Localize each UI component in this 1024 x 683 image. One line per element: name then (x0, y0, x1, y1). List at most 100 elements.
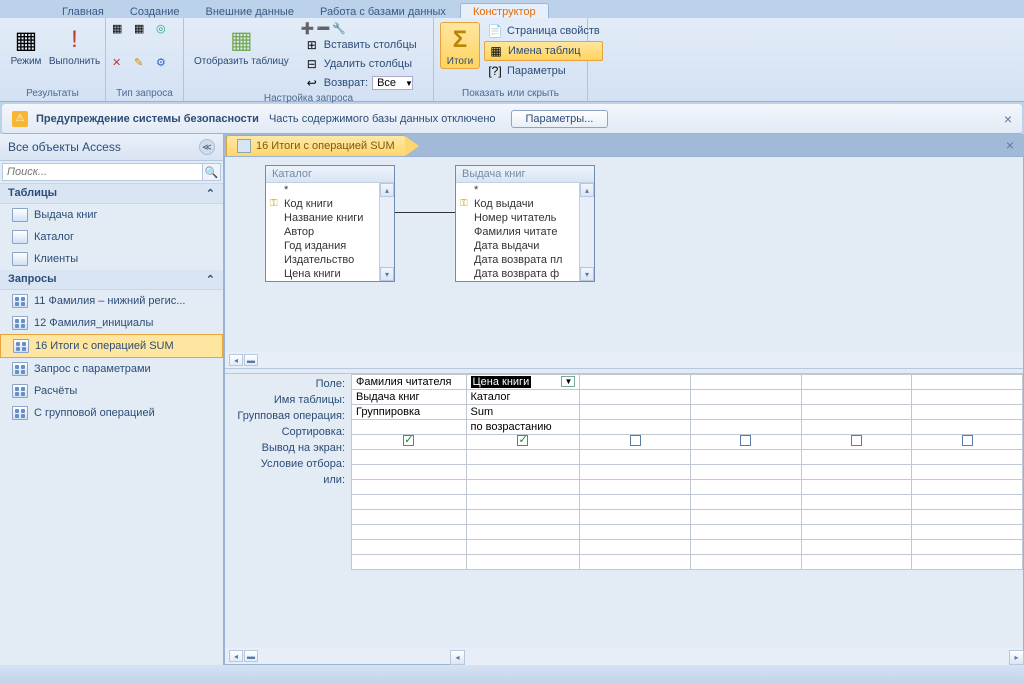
nav-item-table[interactable]: Каталог (0, 226, 223, 248)
append-icon[interactable]: ✕ (112, 56, 132, 76)
table-field[interactable]: Название книги (266, 211, 394, 225)
grid-cell[interactable] (691, 375, 802, 390)
grid-cell[interactable] (801, 540, 912, 555)
return-dropdown[interactable]: ↩Возврат: Все▼ (301, 74, 420, 92)
grid-cell[interactable] (580, 420, 691, 435)
nav-header[interactable]: Все объекты Access ≪ (0, 134, 223, 161)
nav-item-query[interactable]: С групповой операцией (0, 402, 223, 424)
grid-cell[interactable] (801, 375, 912, 390)
grid-cell[interactable] (466, 510, 580, 525)
table-issue[interactable]: Выдача книг *Код выдачиНомер читательФам… (455, 165, 595, 282)
builder-icon[interactable]: 🔧 (332, 22, 346, 35)
horizontal-scrollbar[interactable]: ◂▸ (450, 650, 1024, 665)
grid-cell[interactable]: Выдача книг (352, 390, 467, 405)
maketable-icon[interactable]: ◎ (156, 22, 176, 42)
grid-cell[interactable] (912, 495, 1023, 510)
grid-cell[interactable] (580, 390, 691, 405)
grid-cell[interactable] (580, 405, 691, 420)
scroll-left-icon[interactable]: ◂ (229, 354, 243, 366)
grid-cell[interactable] (912, 465, 1023, 480)
grid-cell[interactable] (801, 450, 912, 465)
grid-cell[interactable] (912, 405, 1023, 420)
grid-cell[interactable] (801, 495, 912, 510)
update-icon[interactable]: ✎ (134, 56, 154, 76)
show-checkbox[interactable] (630, 435, 641, 446)
crosstab-icon[interactable]: ▦ (134, 22, 154, 42)
delete-row-icon[interactable]: ➖ (316, 22, 330, 35)
grid-cell[interactable] (691, 420, 802, 435)
scroll-thumb[interactable]: ▬ (244, 354, 258, 366)
table-field[interactable]: Номер читатель (456, 211, 594, 225)
show-checkbox[interactable] (851, 435, 862, 446)
grid-cell[interactable] (466, 525, 580, 540)
grid-cell[interactable] (691, 465, 802, 480)
grid-cell[interactable] (691, 510, 802, 525)
nav-group-tables[interactable]: Таблицы⌃ (0, 184, 223, 204)
nav-collapse-icon[interactable]: ≪ (199, 139, 215, 155)
grid-cell[interactable] (580, 510, 691, 525)
grid-cell[interactable] (801, 390, 912, 405)
view-button[interactable]: ▦ Режим (6, 22, 46, 69)
security-close-button[interactable]: × (1004, 111, 1012, 127)
grid-cell[interactable] (466, 465, 580, 480)
grid-cell[interactable] (580, 525, 691, 540)
grid-cell[interactable] (801, 480, 912, 495)
show-checkbox[interactable] (740, 435, 751, 446)
table-field[interactable]: Код выдачи (456, 197, 594, 211)
grid-cell[interactable] (912, 435, 1023, 450)
grid-cell[interactable] (801, 465, 912, 480)
grid-cell[interactable] (352, 495, 467, 510)
show-checkbox[interactable] (962, 435, 973, 446)
table-field[interactable]: Дата выдачи (456, 239, 594, 253)
tab-design[interactable]: Конструктор (460, 3, 549, 18)
nav-item-query[interactable]: Расчёты (0, 380, 223, 402)
grid-cell[interactable] (580, 450, 691, 465)
grid-cell[interactable]: Цена книги ▼ (466, 375, 580, 390)
grid-cell[interactable] (466, 450, 580, 465)
tab-dbtools[interactable]: Работа с базами данных (308, 4, 458, 18)
grid-cell[interactable] (801, 525, 912, 540)
totals-button[interactable]: Σ Итоги (440, 22, 480, 69)
grid-cell[interactable] (801, 420, 912, 435)
nav-item-table[interactable]: Клиенты (0, 248, 223, 270)
grid-cell[interactable] (466, 495, 580, 510)
tab-create[interactable]: Создание (118, 4, 192, 18)
table-field[interactable]: Дата возврата ф (456, 267, 594, 281)
grid-cell[interactable] (912, 510, 1023, 525)
grid-cell[interactable] (912, 540, 1023, 555)
table-catalog[interactable]: Каталог *Код книгиНазвание книгиАвторГод… (265, 165, 395, 282)
grid-cell[interactable] (691, 405, 802, 420)
grid-cell[interactable]: Фамилия читателя (352, 375, 467, 390)
table-field[interactable]: * (456, 183, 594, 197)
property-sheet-button[interactable]: 📄Страница свойств (484, 22, 603, 40)
grid-cell[interactable] (466, 555, 580, 570)
grid-cell[interactable] (466, 435, 580, 450)
grid-cell[interactable] (580, 435, 691, 450)
delete-cols-button[interactable]: ⊟Удалить столбцы (301, 55, 420, 73)
grid-cell[interactable]: Каталог (466, 390, 580, 405)
grid-cell[interactable] (580, 465, 691, 480)
grid-cell[interactable] (912, 390, 1023, 405)
search-icon[interactable]: 🔍 (203, 163, 221, 181)
grid-cell[interactable] (580, 540, 691, 555)
join-line[interactable] (395, 212, 455, 213)
tab-external[interactable]: Внешние данные (194, 4, 306, 18)
grid-cell[interactable] (352, 450, 467, 465)
scroll-left-icon[interactable]: ◂ (229, 650, 243, 662)
table-field[interactable]: Дата возврата пл (456, 253, 594, 267)
grid-cell[interactable] (352, 480, 467, 495)
table-field[interactable]: Фамилия читате (456, 225, 594, 239)
nav-item-query[interactable]: Запрос с параметрами (0, 358, 223, 380)
table-field[interactable]: Издательство (266, 253, 394, 267)
table-field[interactable]: Цена книги (266, 267, 394, 281)
show-checkbox[interactable] (403, 435, 414, 446)
grid-cell[interactable] (691, 390, 802, 405)
insert-row-icon[interactable]: ➕ (301, 22, 315, 35)
nav-item-query[interactable]: 16 Итоги с операцией SUM (0, 334, 223, 358)
doc-tab-active[interactable]: 16 Итоги с операцией SUM (226, 135, 406, 156)
close-doc-button[interactable]: × (1006, 137, 1018, 153)
nav-item-query[interactable]: 11 Фамилия – нижний регис... (0, 290, 223, 312)
grid-cell[interactable]: Sum (466, 405, 580, 420)
grid-cell[interactable] (912, 420, 1023, 435)
tab-home[interactable]: Главная (50, 4, 116, 18)
